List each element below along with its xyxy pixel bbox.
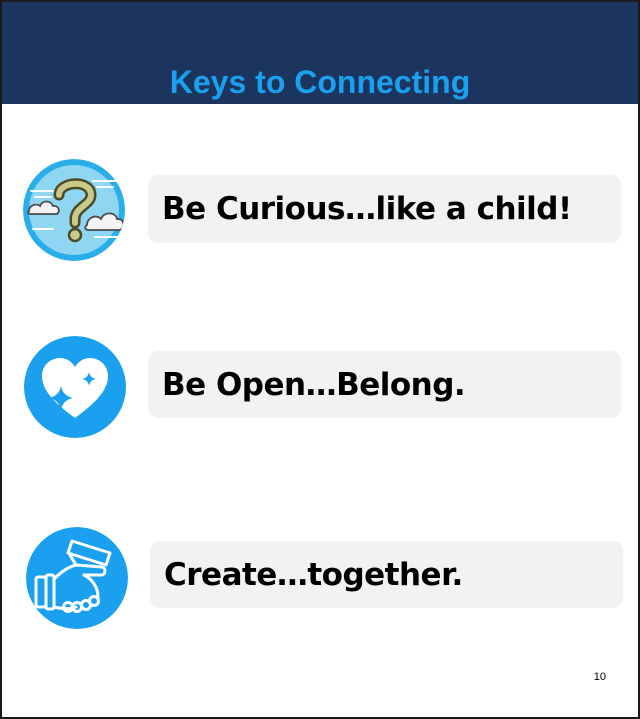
- slide: Keys to Connecting Be Curious…like a chi…: [0, 0, 640, 719]
- slide-header: Keys to Connecting: [2, 2, 638, 104]
- key-text-3: Create…together.: [164, 556, 463, 593]
- key-text-1: Be Curious…like a child!: [162, 191, 572, 227]
- heart-sparkle-icon: [24, 336, 126, 438]
- slide-title: Keys to Connecting: [169, 64, 471, 100]
- curiosity-question-clouds-icon: [23, 159, 125, 261]
- page-number: 10: [593, 671, 606, 683]
- handshake-icon: [26, 527, 128, 629]
- key-item-3: Create…together.: [150, 541, 623, 608]
- key-text-2: Be Open…Belong.: [162, 366, 466, 403]
- key-item-1: Be Curious…like a child!: [148, 175, 621, 243]
- key-item-2: Be Open…Belong.: [148, 351, 621, 418]
